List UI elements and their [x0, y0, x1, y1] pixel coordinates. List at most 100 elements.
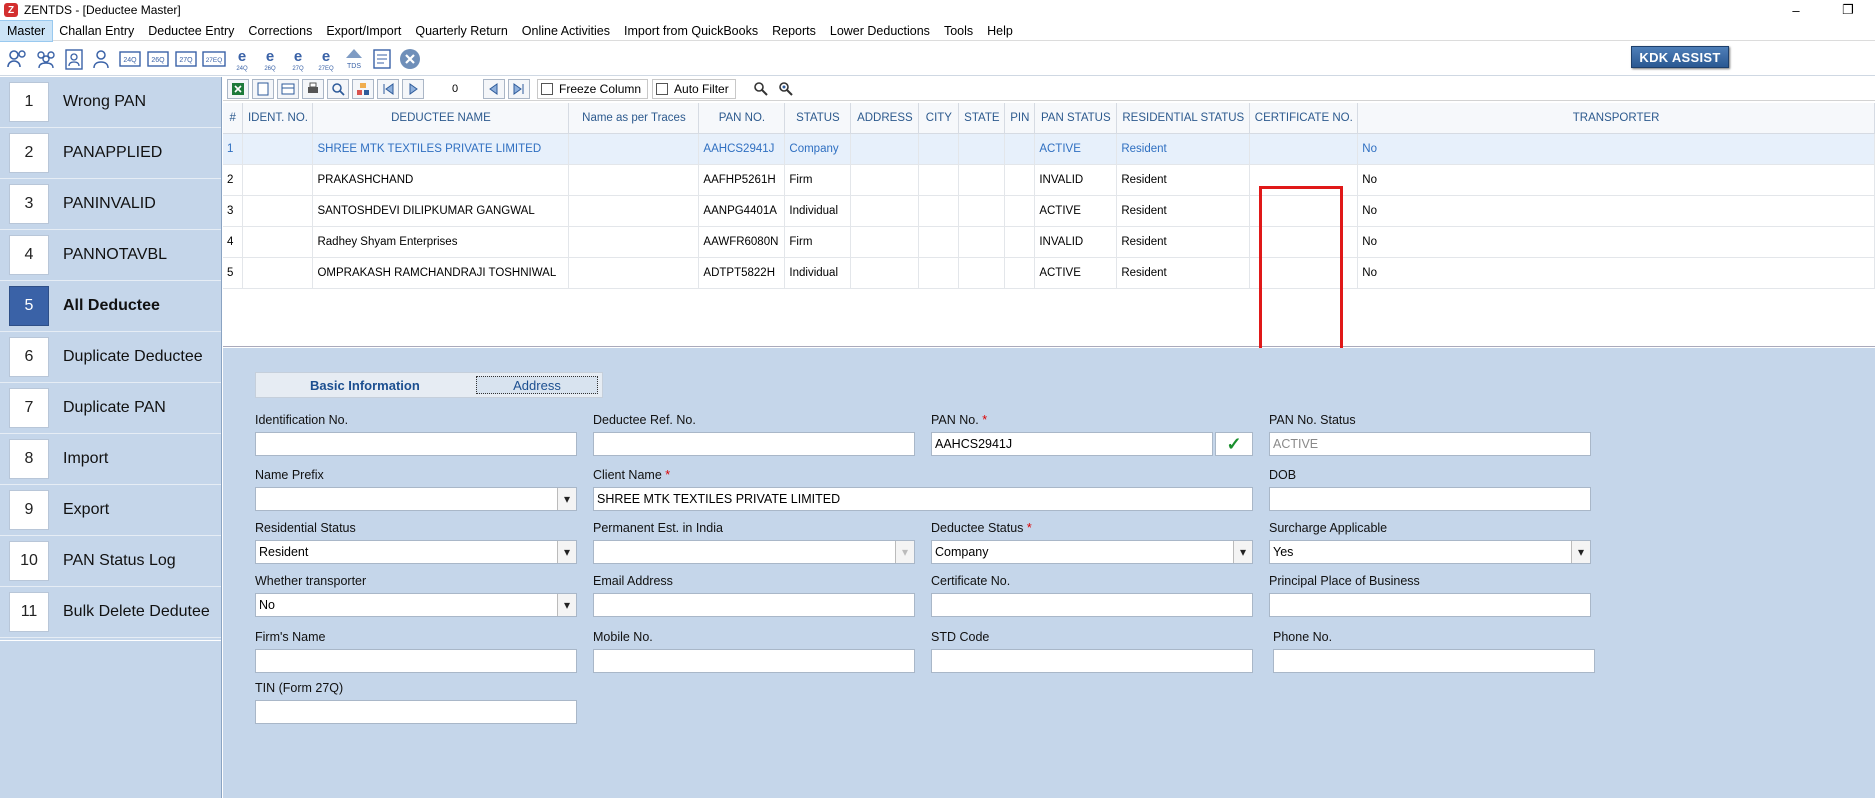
column-header[interactable]: CERTIFICATE NO.	[1249, 103, 1359, 134]
deductee-name-cell[interactable]: SHREE MTK TEXTILES PRIVATE LIMITED	[312, 133, 570, 165]
24q-doc-icon[interactable]: 24Q	[116, 45, 144, 73]
pin-cell[interactable]	[1004, 164, 1036, 196]
sidebar-item-duplicate-pan[interactable]: 7 Duplicate PAN	[0, 383, 221, 434]
row-number-cell[interactable]: 4	[223, 226, 244, 258]
find-next-icon[interactable]	[775, 79, 797, 99]
firm-name-input[interactable]	[255, 649, 577, 673]
residential-status-cell[interactable]: Resident	[1116, 257, 1251, 289]
city-cell[interactable]	[918, 195, 960, 227]
ident-no-cell[interactable]	[242, 226, 314, 258]
traces-name-cell[interactable]	[568, 257, 700, 289]
column-header[interactable]: RESIDENTIAL STATUS	[1116, 103, 1251, 134]
status-cell[interactable]: Firm	[784, 164, 852, 196]
traces-name-cell[interactable]	[568, 226, 700, 258]
deductee-name-cell[interactable]: OMPRAKASH RAMCHANDRAJI TOSHNIWAL	[312, 257, 570, 289]
row-number-cell[interactable]: 2	[223, 164, 244, 196]
sidebar-item-duplicate-deductee[interactable]: 6 Duplicate Deductee	[0, 332, 221, 383]
page-setup-icon[interactable]	[252, 78, 274, 99]
menu-tools[interactable]: Tools	[937, 21, 980, 41]
ident-no-cell[interactable]	[242, 164, 314, 196]
pan-status-cell[interactable]: ACTIVE	[1034, 195, 1118, 227]
deductee-name-cell[interactable]: Radhey Shyam Enterprises	[312, 226, 570, 258]
pin-cell[interactable]	[1004, 133, 1036, 165]
deductee-status-select[interactable]: Company	[931, 540, 1253, 564]
table-row[interactable]: 1 SHREE MTK TEXTILES PRIVATE LIMITED AAHCS…	[223, 133, 1875, 165]
row-number-cell[interactable]: 3	[223, 195, 244, 227]
view-grid-icon[interactable]	[277, 78, 299, 99]
transporter-cell[interactable]: No	[1357, 226, 1875, 258]
sidebar-item-pan-status-log[interactable]: 10 PAN Status Log	[0, 536, 221, 587]
pan-no-input[interactable]: AAHCS2941J	[931, 432, 1213, 456]
excel-export-icon[interactable]	[227, 78, 249, 99]
state-cell[interactable]	[958, 257, 1006, 289]
residential-status-cell[interactable]: Resident	[1116, 133, 1251, 165]
pan-no-cell[interactable]: ADTPT5822H	[698, 257, 786, 289]
name-prefix-select[interactable]	[255, 487, 577, 511]
status-cell[interactable]: Individual	[784, 195, 852, 227]
residential-status-cell[interactable]: Resident	[1116, 195, 1251, 227]
city-cell[interactable]	[918, 257, 960, 289]
kdk-assist-button[interactable]: KDK ASSIST	[1631, 46, 1729, 68]
transporter-cell[interactable]: No	[1357, 195, 1875, 227]
state-cell[interactable]	[958, 226, 1006, 258]
certificate-no-cell[interactable]	[1249, 226, 1359, 258]
certificate-no-cell[interactable]	[1249, 133, 1359, 165]
city-cell[interactable]	[918, 226, 960, 258]
address-cell[interactable]	[850, 257, 920, 289]
address-cell[interactable]	[850, 195, 920, 227]
last-record-icon[interactable]	[508, 78, 530, 99]
column-header[interactable]: STATUS	[784, 103, 852, 134]
pan-status-cell[interactable]: INVALID	[1034, 164, 1118, 196]
row-number-cell[interactable]: 1	[223, 133, 244, 165]
tin-input[interactable]	[255, 700, 577, 724]
surcharge-select[interactable]: Yes	[1269, 540, 1591, 564]
pan-status-cell[interactable]: ACTIVE	[1034, 257, 1118, 289]
users-icon[interactable]	[4, 45, 32, 73]
restore-button[interactable]: ❐	[1828, 0, 1868, 20]
transporter-cell[interactable]: No	[1357, 257, 1875, 289]
address-cell[interactable]	[850, 133, 920, 165]
column-header[interactable]: DEDUCTEE NAME	[312, 103, 570, 134]
column-header[interactable]: PIN	[1004, 103, 1036, 134]
sidebar-item-paninvalid[interactable]: 3 PANINVALID	[0, 179, 221, 230]
column-header[interactable]: PAN STATUS	[1034, 103, 1118, 134]
pan-no-cell[interactable]: AAWFR6080N	[698, 226, 786, 258]
menu-lower-deductions[interactable]: Lower Deductions	[823, 21, 937, 41]
mobile-input[interactable]	[593, 649, 915, 673]
menu-corrections[interactable]: Corrections	[241, 21, 319, 41]
email-input[interactable]	[593, 593, 915, 617]
sidebar-item-all-deductee[interactable]: 5 All Deductee	[0, 281, 221, 332]
27q-doc-icon[interactable]: 27Q	[172, 45, 200, 73]
status-cell[interactable]: Firm	[784, 226, 852, 258]
pan-no-cell[interactable]: AAFHP5261H	[698, 164, 786, 196]
column-header[interactable]: IDENT. NO.	[242, 103, 314, 134]
table-row[interactable]: 4 Radhey Shyam Enterprises AAWFR6080N Firm I…	[223, 226, 1875, 258]
sort-icon[interactable]	[352, 78, 374, 99]
menu-challan-entry[interactable]: Challan Entry	[52, 21, 141, 41]
ident-no-cell[interactable]	[242, 257, 314, 289]
certificate-no-cell[interactable]	[1249, 164, 1359, 196]
prev-record-icon[interactable]	[402, 78, 424, 99]
ident-no-cell[interactable]	[242, 195, 314, 227]
residential-status-cell[interactable]: Resident	[1116, 226, 1251, 258]
sidebar-item-export[interactable]: 9 Export	[0, 485, 221, 536]
table-row[interactable]: 5 OMPRAKASH RAMCHANDRAJI TOSHNIWAL ADTPT58…	[223, 257, 1875, 289]
std-code-input[interactable]	[931, 649, 1253, 673]
state-cell[interactable]	[958, 195, 1006, 227]
pin-cell[interactable]	[1004, 257, 1036, 289]
transporter-select[interactable]: No	[255, 593, 577, 617]
pin-cell[interactable]	[1004, 226, 1036, 258]
close-circle-icon[interactable]	[396, 45, 424, 73]
user-add-icon[interactable]	[88, 45, 116, 73]
menu-master[interactable]: Master	[0, 19, 54, 42]
minimize-button[interactable]: –	[1776, 0, 1816, 20]
pan-no-cell[interactable]: AANPG4401A	[698, 195, 786, 227]
ident-no-input[interactable]	[255, 432, 577, 456]
column-header[interactable]: TRANSPORTER	[1357, 103, 1875, 134]
find-user-icon[interactable]	[750, 79, 772, 99]
row-number-cell[interactable]: 5	[223, 257, 244, 289]
transporter-cell[interactable]: No	[1357, 164, 1875, 196]
column-header[interactable]: #	[223, 103, 244, 134]
address-cell[interactable]	[850, 164, 920, 196]
e-24q-icon[interactable]: e 24Q	[228, 45, 256, 73]
